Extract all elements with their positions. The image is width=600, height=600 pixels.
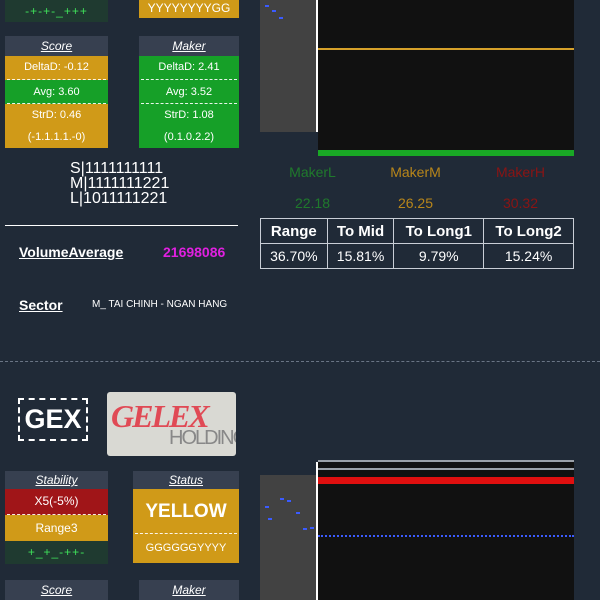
stability-value: X5(-5%) <box>5 489 108 515</box>
maker-l-value: 22.18 <box>294 195 331 211</box>
signal-short: S|1111111111 <box>70 160 164 177</box>
stats-value-row: 36.70% 15.81% 9.79% 15.24% <box>260 243 574 269</box>
maker-panel: Maker DeltaD: 2.41 Avg: 3.52 StrD: 1.08 … <box>139 36 239 148</box>
company-logo: GELEX HOLDINGS <box>107 392 236 456</box>
score-strd: StrD: 0.46 <box>5 104 108 126</box>
chart-1-gutter <box>260 0 316 132</box>
stats-header-row: Range To Mid To Long1 To Long2 <box>260 218 574 244</box>
chart-1-point <box>272 10 276 12</box>
stats-header-to-mid: To Mid <box>326 218 395 244</box>
chart-2-point <box>310 527 314 529</box>
stats-value-to-long2: 15.24% <box>483 243 574 269</box>
stats-value-to-long1: 9.79% <box>393 243 485 269</box>
score-delta: DeltaD: -0.12 <box>5 56 108 80</box>
stats-header-to-long2: To Long2 <box>483 218 574 244</box>
volume-average-label: VolumeAverage <box>19 244 124 260</box>
chart-1-point <box>265 5 269 7</box>
maker-delta: DeltaD: 2.41 <box>139 56 239 80</box>
maker-m-value: 26.25 <box>397 195 434 211</box>
stats-header-range: Range <box>260 218 328 244</box>
sector-value: M_ TAI CHINH - NGAN HANG <box>92 299 228 310</box>
score-header-2: Score <box>5 580 108 600</box>
chart-2-red-bar <box>318 477 574 484</box>
chart-2-gutter <box>260 475 316 600</box>
chart-1-plot <box>318 0 574 152</box>
maker-h-label: MakerH <box>495 164 545 180</box>
status-value: YELLOW <box>133 489 239 534</box>
chart-2-point <box>280 498 284 500</box>
chart-2-point <box>296 512 300 514</box>
status-panel: Status YELLOW GGGGGGYYYY <box>133 471 239 563</box>
score-avg: Avg: 3.60 <box>5 80 108 104</box>
stats-value-to-mid: 15.81% <box>326 243 395 269</box>
signal-list: S|1111111111 M|1111111221 L|1011111221 <box>70 160 170 207</box>
chart-2-point <box>265 506 269 508</box>
volume-average-value: 21698086 <box>163 244 226 260</box>
ticker-symbol: GEX <box>18 398 88 441</box>
status-sequence: YYYYYYYYGG <box>139 0 239 18</box>
maker-header-2: Maker <box>139 580 239 600</box>
maker-m-label: MakerM <box>390 164 441 180</box>
chart-2-second-line <box>318 468 574 470</box>
chart-2-dotted-line <box>318 535 574 537</box>
chart-1-point <box>279 17 283 19</box>
logo-subtext: HOLDINGS <box>169 427 236 449</box>
chart-1-level-line <box>318 48 574 50</box>
chart-2-point <box>303 528 307 530</box>
signal-long: L|1011111221 <box>70 190 168 207</box>
maker-strd: StrD: 1.08 <box>139 104 239 126</box>
status-header: Status <box>133 471 239 489</box>
status-sequence-2: GGGGGGYYYY <box>133 534 239 563</box>
stability-header: Stability <box>5 471 108 489</box>
stats-value-range: 36.70% <box>260 243 328 269</box>
sector-label: Sector <box>19 297 63 313</box>
stability-range: Range3 <box>5 515 108 541</box>
chart-1-bottom-bar <box>318 150 574 156</box>
score-header: Score <box>5 36 108 56</box>
score-strd-sequence: (-1.1.1.1.-0) <box>5 126 108 148</box>
stability-panel: Stability X5(-5%) Range3 +_+_-++- <box>5 471 108 564</box>
signal-mid: M|1111111221 <box>70 175 170 192</box>
score-panel: Score DeltaD: -0.12 Avg: 3.60 StrD: 0.46… <box>5 36 108 148</box>
trend-signal: -+-+-_+++ <box>5 0 108 22</box>
maker-header: Maker <box>139 36 239 56</box>
maker-h-value: 30.32 <box>502 195 539 211</box>
chart-2-top-line <box>318 460 574 462</box>
chart-2-point <box>287 500 291 502</box>
stats-table: Range To Mid To Long1 To Long2 36.70% 15… <box>260 218 574 269</box>
stability-trend: +_+_-++- <box>5 541 108 564</box>
maker-avg: Avg: 3.52 <box>139 80 239 104</box>
stats-header-to-long1: To Long1 <box>393 218 485 244</box>
divider <box>5 225 238 226</box>
chart-2-point <box>268 518 272 520</box>
maker-l-label: MakerL <box>289 164 336 180</box>
maker-strd-sequence: (0.1.0.2.2) <box>139 126 239 148</box>
section-separator <box>0 361 600 362</box>
